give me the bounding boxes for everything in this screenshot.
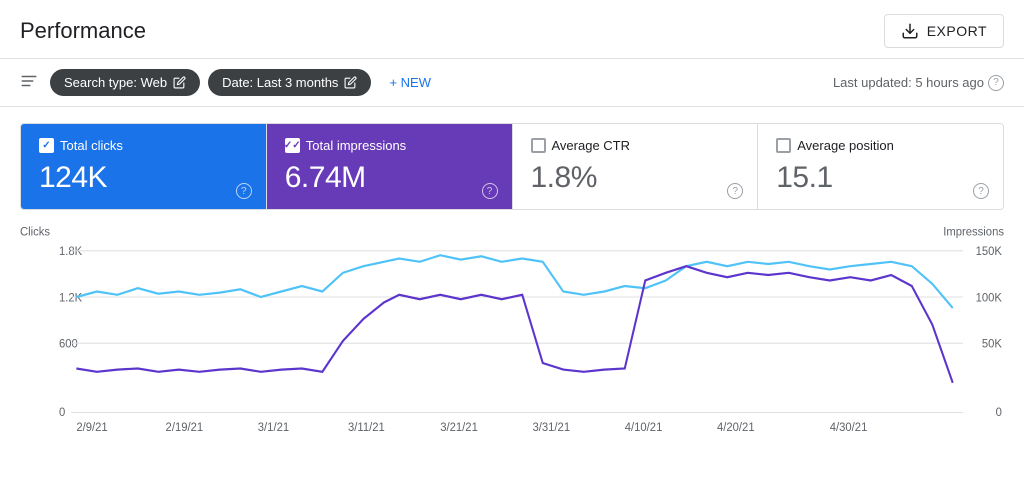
help-icon-clicks[interactable]: ? [236,183,252,199]
y-tick-3-right: 50K [982,337,1002,350]
metrics-area: Total clicks 124K ? ✓ Total impressions … [0,107,1024,210]
y-axis-title-right: Impressions [943,225,1004,238]
checkbox-clicks[interactable] [39,138,54,153]
x-label-1: 2/9/21 [76,421,107,434]
metric-value-impressions: 6.74M [285,161,494,195]
export-icon [901,22,919,40]
export-button[interactable]: EXPORT [884,14,1004,48]
help-icon-ctr[interactable]: ? [727,183,743,199]
last-updated-help-icon[interactable]: ? [988,75,1004,91]
x-label-4: 3/11/21 [348,421,385,434]
metrics-row: Total clicks 124K ? ✓ Total impressions … [20,123,1004,210]
metric-value-clicks: 124K [39,161,248,195]
help-icon-position[interactable]: ? [973,183,989,199]
metric-total-clicks[interactable]: Total clicks 124K ? [21,124,267,209]
x-label-6: 3/31/21 [533,421,571,434]
toolbar: Search type: Web Date: Last 3 months + N… [0,59,1024,107]
chart-container: Clicks 1.8K 1.2K 600 0 Impressions 150K … [20,220,1004,440]
search-type-label: Search type: Web [64,75,167,90]
chart-svg: Clicks 1.8K 1.2K 600 0 Impressions 150K … [20,220,1004,440]
y-tick-1-right: 150K [976,245,1003,258]
x-label-3: 3/1/21 [258,421,289,434]
date-label: Date: Last 3 months [222,75,338,90]
last-updated: Last updated: 5 hours ago ? [833,75,1004,91]
x-label-9: 4/30/21 [830,421,868,434]
search-type-filter[interactable]: Search type: Web [50,69,200,96]
clicks-line [76,255,952,308]
y-tick-3-left: 600 [59,337,78,350]
y-axis-title-left: Clicks [20,225,50,238]
page-title: Performance [20,18,146,44]
metric-value-ctr: 1.8% [531,161,740,195]
metric-total-impressions[interactable]: ✓ Total impressions 6.74M ? [267,124,513,209]
y-tick-4-right: 0 [996,405,1003,418]
checkbox-ctr[interactable] [531,138,546,153]
metric-label-clicks: Total clicks [39,138,248,153]
metric-average-ctr[interactable]: Average CTR 1.8% ? [513,124,759,209]
chart-area: Clicks 1.8K 1.2K 600 0 Impressions 150K … [0,210,1024,448]
impressions-line [76,266,952,383]
pencil-icon [173,76,186,89]
pencil-icon-date [344,76,357,89]
new-button[interactable]: + NEW [379,69,441,96]
checkbox-position[interactable] [776,138,791,153]
page-header: Performance EXPORT [0,0,1024,59]
x-label-7: 4/10/21 [625,421,663,434]
y-tick-2-right: 100K [976,291,1003,304]
new-label: + NEW [389,75,431,90]
x-label-5: 3/21/21 [440,421,478,434]
metric-label-ctr: Average CTR [531,138,740,153]
filter-icon[interactable] [20,72,38,93]
y-tick-1-left: 1.8K [59,245,82,258]
y-tick-2-left: 1.2K [59,291,82,304]
metric-label-impressions: ✓ Total impressions [285,138,494,153]
date-filter[interactable]: Date: Last 3 months [208,69,371,96]
x-label-2: 2/19/21 [166,421,204,434]
metric-average-position[interactable]: Average position 15.1 ? [758,124,1003,209]
help-icon-impressions[interactable]: ? [482,183,498,199]
export-label: EXPORT [927,23,987,39]
y-tick-4-left: 0 [59,405,66,418]
checkbox-impressions[interactable]: ✓ [285,138,300,153]
metric-value-position: 15.1 [776,161,985,195]
metric-label-position: Average position [776,138,985,153]
x-label-8: 4/20/21 [717,421,755,434]
